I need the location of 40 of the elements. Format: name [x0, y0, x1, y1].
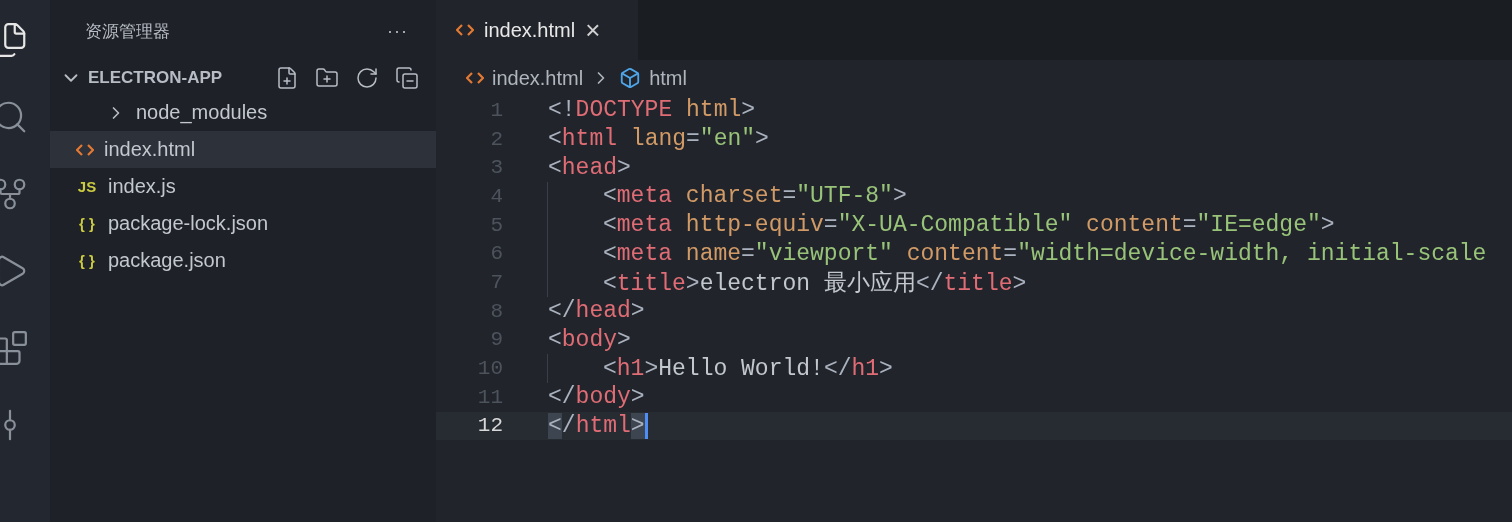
code-line: <h1>Hello World!</h1> — [603, 355, 893, 382]
file-name: index.js — [108, 175, 176, 198]
code-icon — [466, 71, 484, 85]
breadcrumb-item[interactable]: index.html — [492, 66, 584, 90]
file-tree-item[interactable]: { } package.json — [50, 242, 436, 279]
code-line: </body> — [548, 384, 645, 411]
file-tree-item[interactable]: JS index.js — [50, 168, 436, 205]
close-button[interactable]: × — [585, 17, 601, 43]
code-line: </head> — [548, 298, 645, 325]
collapse-button[interactable] — [394, 65, 420, 91]
code-line: <html lang="en"> — [548, 126, 769, 153]
code-line: <meta charset="UTF-8"> — [603, 183, 907, 210]
code-line: <meta name="viewport" content="width=device-width, initial-scale — [603, 240, 1487, 267]
line-number: 12 — [476, 414, 503, 438]
code-line: <head> — [548, 154, 631, 181]
file-type-icon: { } — [76, 252, 98, 269]
editor-tab[interactable]: index.html × — [436, 0, 638, 60]
file-name: node_modules — [136, 101, 268, 124]
file-name: package-lock.json — [108, 212, 269, 235]
more-button[interactable]: ··· — [387, 20, 408, 42]
cube-icon — [619, 67, 642, 89]
file-tree-item[interactable]: index.html — [50, 131, 436, 168]
breadcrumb-item[interactable]: html — [649, 66, 687, 90]
refresh-button[interactable] — [354, 65, 380, 91]
file-name: package.json — [108, 249, 226, 272]
code-line: <!DOCTYPE html> — [548, 97, 756, 124]
panel-title: 资源管理器 — [85, 20, 170, 43]
tab-label: index.html — [484, 18, 576, 42]
folder-title[interactable]: ELECTRON-APP — [88, 68, 260, 88]
file-name: index.html — [104, 138, 196, 161]
code-line: <meta http-equiv="X-UA-Compatible" content="IE=edge"> — [603, 212, 1335, 239]
code-icon — [76, 142, 94, 157]
file-tree-item[interactable]: { } package-lock.json — [50, 205, 436, 242]
code-line: <title>electron 最小应用</title> — [603, 269, 1027, 298]
file-type-icon: { } — [76, 215, 98, 232]
code-icon — [456, 23, 474, 37]
code-line: <body> — [548, 326, 631, 353]
file-type-icon: JS — [76, 178, 98, 195]
code-line: </html> — [548, 412, 645, 439]
file-tree-item[interactable]: node_modules — [50, 94, 436, 131]
